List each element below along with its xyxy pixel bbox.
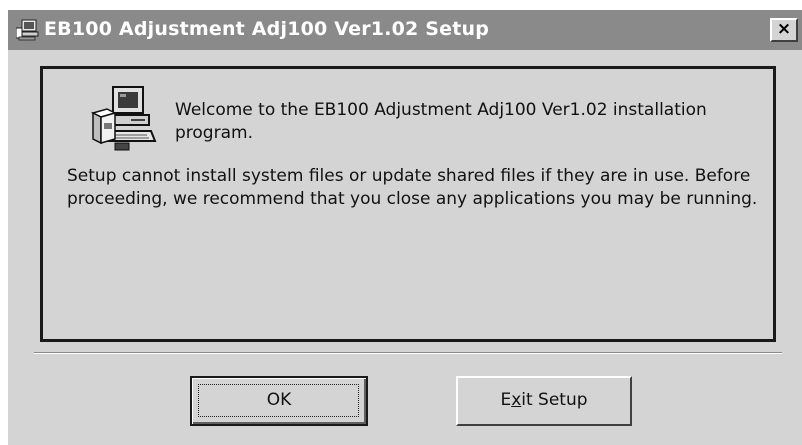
setup-computer-icon — [91, 86, 157, 151]
window-title: EB100 Adjustment Adj100 Ver1.02 Setup — [44, 18, 490, 40]
title-bar[interactable]: EB100 Adjustment Adj100 Ver1.02 Setup × — [8, 10, 802, 50]
welcome-message: Welcome to the EB100 Adjustment Adj100 V… — [175, 100, 707, 143]
focus-rectangle — [198, 384, 359, 417]
welcome-panel: Welcome to the EB100 Adjustment Adj100 V… — [40, 66, 776, 342]
setup-dialog: EB100 Adjustment Adj100 Ver1.02 Setup × … — [6, 8, 802, 445]
exit-label-post: it Setup — [521, 390, 588, 410]
close-button[interactable]: × — [770, 18, 798, 42]
ok-button[interactable]: OK — [190, 376, 368, 426]
setup-app-icon — [16, 19, 39, 41]
warning-message: Setup cannot install system files or upd… — [67, 166, 758, 209]
exit-setup-button[interactable]: Exit Setup — [456, 376, 632, 426]
exit-label-pre: E — [500, 390, 512, 410]
exit-label-mnemonic: x — [511, 390, 522, 410]
separator — [34, 352, 782, 354]
